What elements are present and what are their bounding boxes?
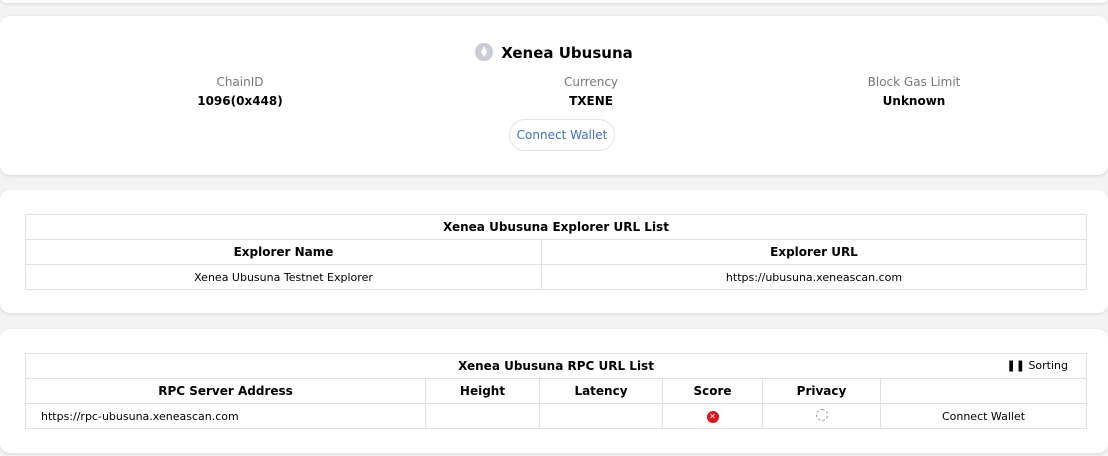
chain-title: Xenea Ubusuna: [0, 43, 1108, 62]
rpc-connect-wallet-button[interactable]: Connect Wallet: [880, 403, 1087, 429]
rpc-table-caption: Xenea Ubusuna RPC URL List ❚❚ Sorting: [25, 353, 1087, 379]
chainid-stat: ChainID 1096(0x448): [140, 75, 340, 108]
rpc-card: Xenea Ubusuna RPC URL List ❚❚ Sorting RPC…: [0, 329, 1108, 453]
chain-logo-icon: [475, 43, 494, 61]
explorer-table-title: Xenea Ubusuna Explorer URL List: [25, 214, 1087, 240]
chain-info-card: Xenea Ubusuna ChainID 1096(0x448) Currenc…: [0, 16, 1108, 175]
table-row: https://rpc-ubusuna.xeneascan.com ✕ Conn…: [25, 403, 1087, 429]
chain-name: Xenea Ubusuna: [501, 44, 633, 62]
header-action: [880, 378, 1087, 404]
chainid-value: 1096(0x448): [197, 94, 283, 108]
rpc-table-title: Xenea Ubusuna RPC URL List: [458, 359, 654, 373]
top-card: [0, 0, 1108, 3]
rpc-address: https://rpc-ubusuna.xeneascan.com: [25, 403, 426, 429]
rpc-privacy: [762, 403, 881, 429]
currency-label: Currency: [563, 75, 619, 89]
rpc-table: Xenea Ubusuna RPC URL List ❚❚ Sorting RPC…: [25, 353, 1087, 429]
gas-label: Block Gas Limit: [867, 75, 961, 89]
currency-value: TXENE: [569, 94, 613, 108]
pause-icon: ❚❚: [1006, 359, 1025, 372]
table-row: Xenea Ubusuna Testnet Explorer https://ub…: [25, 264, 1087, 290]
header-rpc-address[interactable]: RPC Server Address: [25, 378, 426, 404]
currency-stat: Currency TXENE: [491, 75, 691, 108]
header-latency[interactable]: Latency: [539, 378, 663, 404]
header-explorer-url: Explorer URL: [541, 239, 1087, 265]
rpc-height: [425, 403, 540, 429]
unknown-icon: [815, 408, 828, 421]
error-icon: ✕: [706, 411, 719, 423]
explorer-table: Xenea Ubusuna Explorer URL List Explorer…: [25, 214, 1087, 290]
connect-wallet-button[interactable]: Connect Wallet: [509, 119, 615, 151]
rpc-score: ✕: [662, 403, 763, 429]
gas-stat: Block Gas Limit Unknown: [814, 75, 1014, 108]
sorting-toggle[interactable]: ❚❚ Sorting: [1007, 359, 1069, 372]
gas-value: Unknown: [882, 94, 946, 108]
header-score[interactable]: Score: [662, 378, 763, 404]
explorer-url-link[interactable]: https://ubusuna.xeneascan.com: [541, 264, 1087, 290]
sorting-label: Sorting: [1028, 359, 1068, 372]
header-privacy[interactable]: Privacy: [762, 378, 881, 404]
header-height[interactable]: Height: [425, 378, 540, 404]
header-explorer-name: Explorer Name: [25, 239, 542, 265]
explorer-name: Xenea Ubusuna Testnet Explorer: [25, 264, 542, 290]
explorer-card: Xenea Ubusuna Explorer URL List Explorer…: [0, 190, 1108, 313]
rpc-latency: [539, 403, 663, 429]
chainid-label: ChainID: [216, 75, 264, 89]
